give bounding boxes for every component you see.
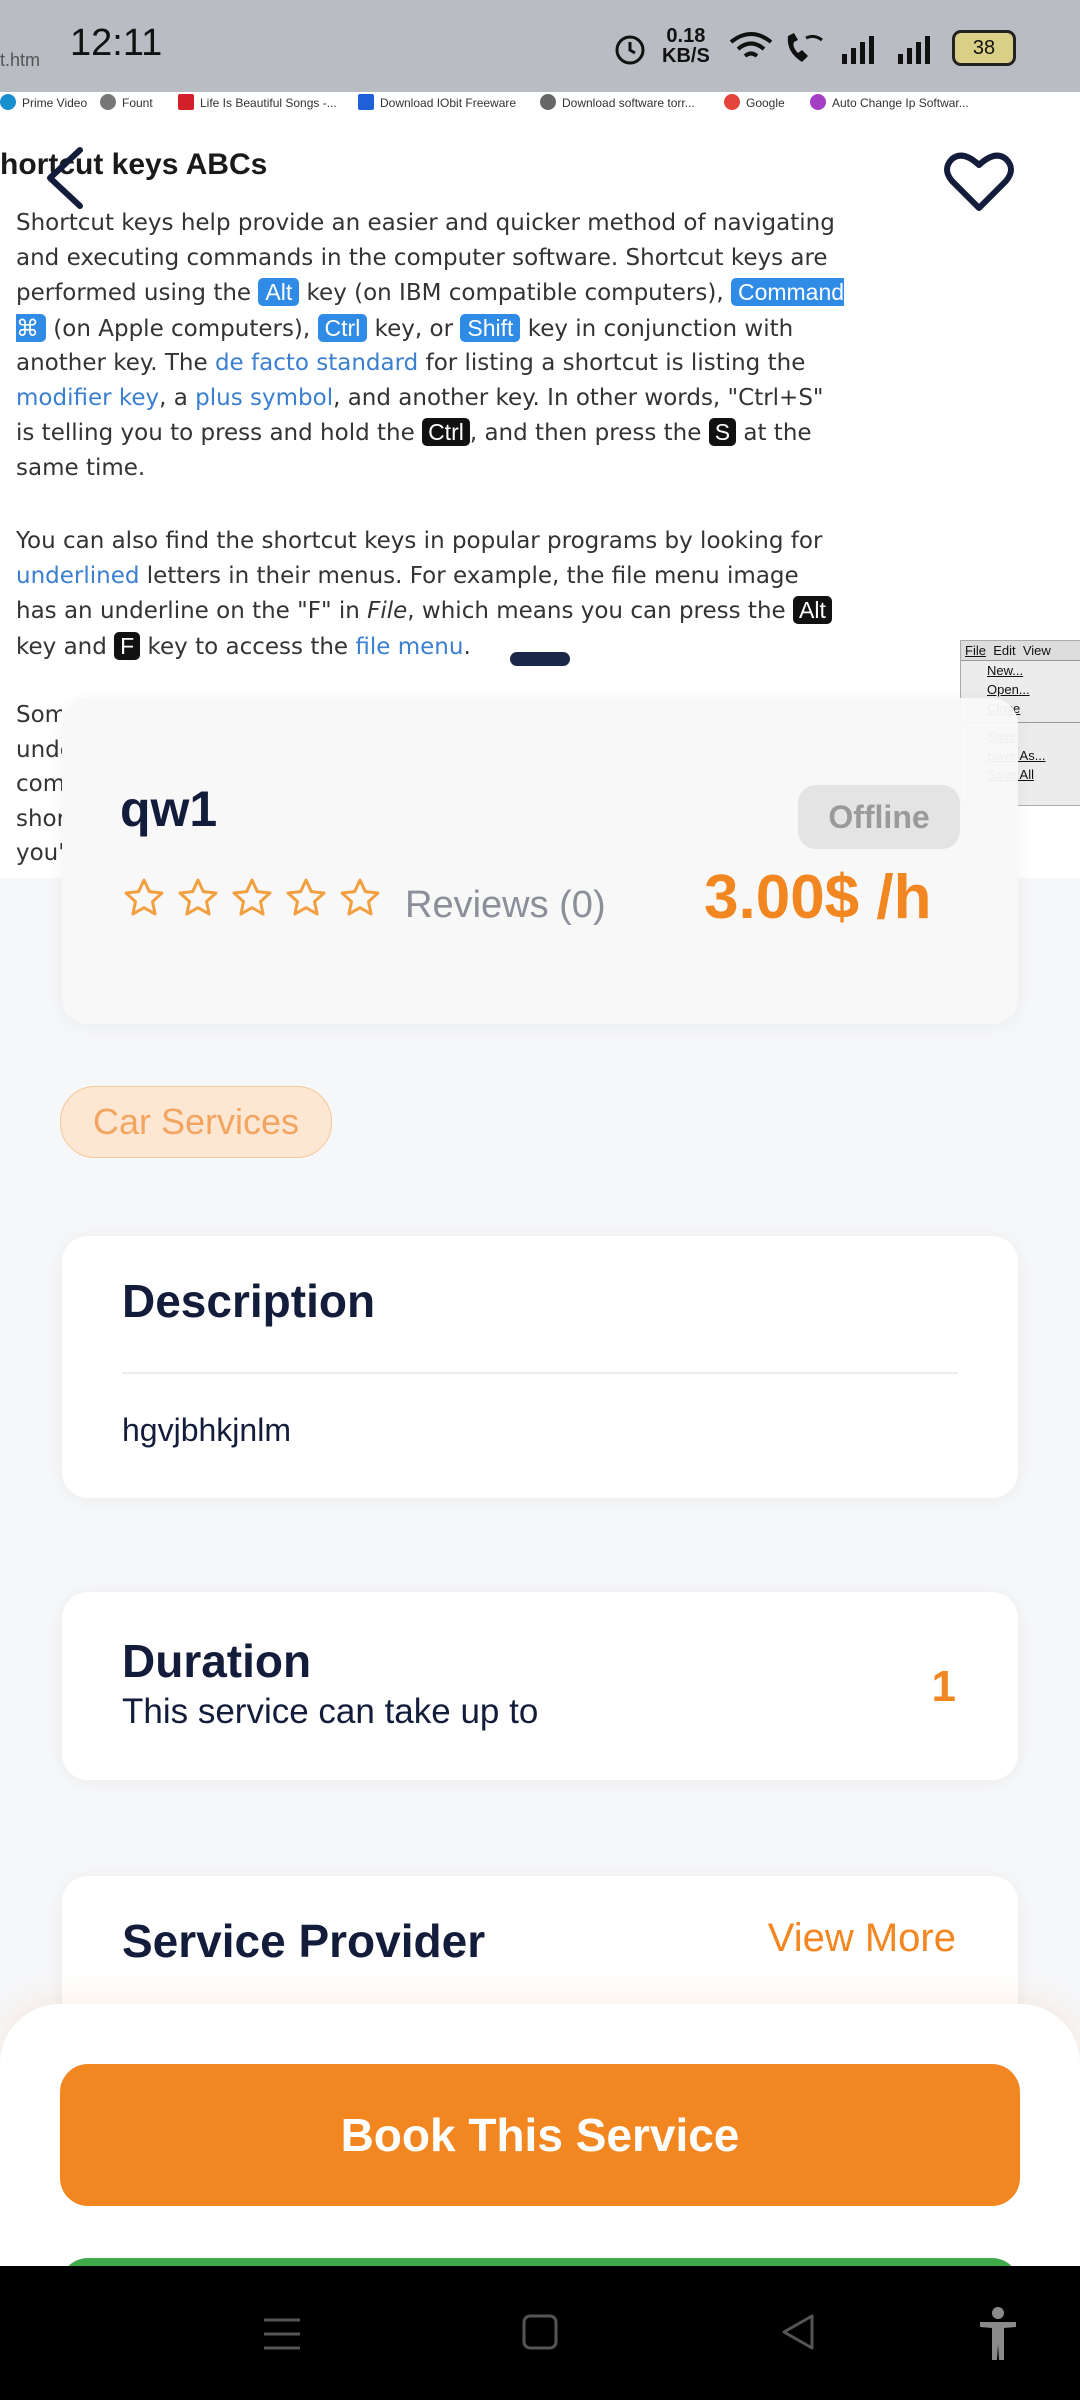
accessibility-icon[interactable]: [976, 2306, 1020, 2362]
system-nav-bar: [0, 2266, 1080, 2400]
duration-subtitle: This service can take up to: [122, 1692, 539, 1731]
speed-value: 0.18: [666, 25, 706, 47]
description-text: hgvjbhkjnlm: [122, 1412, 291, 1448]
bookmark-download-software[interactable]: Download software torr...: [540, 94, 695, 110]
star-icon: [286, 878, 326, 916]
star-icon: [340, 878, 380, 916]
category-chip[interactable]: Car Services: [60, 1086, 333, 1158]
duration-value: 1: [931, 1662, 956, 1711]
service-price: 3.00$ /h: [704, 863, 932, 932]
rating-stars: [122, 876, 392, 930]
clock: 12:11: [70, 22, 163, 64]
description-card: Description hgvjbhkjnlm: [62, 1236, 1018, 1498]
star-icon: [178, 878, 218, 916]
service-provider-title: Service Provider: [122, 1915, 486, 1967]
network-speed: 0.18 KB/S: [662, 26, 710, 66]
back-nav-icon[interactable]: [778, 2312, 818, 2352]
alarm-icon: [615, 35, 645, 65]
url-fragment: t.htm: [0, 50, 41, 70]
bookmark-auto-change-ip[interactable]: Auto Change Ip Softwar...: [810, 94, 969, 110]
signal-icon-2: [898, 36, 930, 64]
divider: [122, 1372, 958, 1374]
reviews-count[interactable]: Reviews (0): [405, 884, 606, 927]
wifi-calling-icon: [787, 33, 823, 62]
service-header-card: [62, 698, 1018, 1024]
bookmark-life-is-beautiful[interactable]: Life Is Beautiful Songs -...: [178, 94, 337, 110]
bookmarks-bar: Prime Video Fount Life Is Beautiful Song…: [0, 92, 1080, 119]
duration-title: Duration: [122, 1635, 312, 1687]
duration-card: Duration This service can take up to 1: [62, 1592, 1018, 1780]
article-paragraph-3-fragment: Somundecomshoryou': [16, 702, 62, 866]
article-paragraph-2: You can also find the shortcut keys in p…: [16, 524, 846, 664]
article-paragraph-1: Shortcut keys help provide an easier and…: [16, 210, 845, 481]
view-more-link[interactable]: View More: [768, 1916, 956, 1961]
status-bar: 12:11 0.18 KB/S 38: [0, 0, 1080, 92]
signal-icon-1: [842, 36, 874, 64]
star-icon: [232, 878, 272, 916]
star-icon: [124, 878, 164, 916]
service-name: qw1: [120, 781, 218, 837]
bookmark-fount[interactable]: Fount: [100, 94, 153, 110]
favorite-heart-icon[interactable]: [944, 150, 1014, 214]
book-service-button[interactable]: Book This Service: [60, 2064, 1020, 2206]
file-menu-bar: File Edit View: [961, 641, 1080, 661]
home-nav-icon[interactable]: [520, 2312, 560, 2352]
menu-nav-icon[interactable]: [262, 2314, 302, 2354]
speed-unit: KB/S: [662, 45, 710, 67]
description-title: Description: [122, 1275, 376, 1327]
bookmark-iobit[interactable]: Download IObit Freeware: [358, 94, 516, 110]
bookmark-prime-video[interactable]: Prime Video: [0, 94, 87, 110]
bookmark-google[interactable]: Google: [724, 94, 785, 110]
drag-handle[interactable]: [510, 652, 570, 666]
battery-indicator: 38: [952, 30, 1016, 66]
back-arrow-icon[interactable]: [40, 146, 92, 210]
wifi-icon: [729, 32, 773, 58]
status-badge: Offline: [798, 785, 960, 849]
